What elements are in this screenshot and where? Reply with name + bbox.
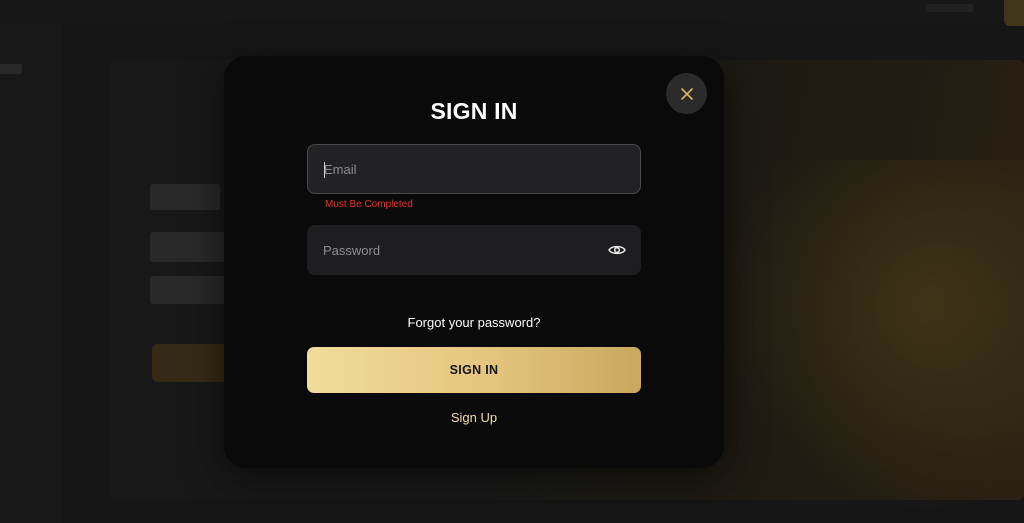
text-caret — [324, 162, 325, 178]
email-input[interactable] — [308, 145, 640, 193]
email-error-message: Must Be Completed — [325, 199, 413, 210]
email-field[interactable] — [307, 144, 641, 194]
forgot-password-link[interactable]: Forgot your password? — [224, 315, 724, 330]
sign-in-button[interactable]: SIGN IN — [307, 347, 641, 393]
password-input[interactable] — [307, 225, 641, 275]
eye-icon — [608, 245, 626, 255]
toggle-password-visibility-button[interactable] — [607, 240, 627, 260]
sign-in-modal: SIGN IN Must Be Completed Forgot your pa… — [224, 56, 724, 468]
sign-up-link[interactable]: Sign Up — [224, 410, 724, 425]
modal-title: SIGN IN — [430, 98, 518, 124]
password-field[interactable] — [307, 225, 641, 275]
